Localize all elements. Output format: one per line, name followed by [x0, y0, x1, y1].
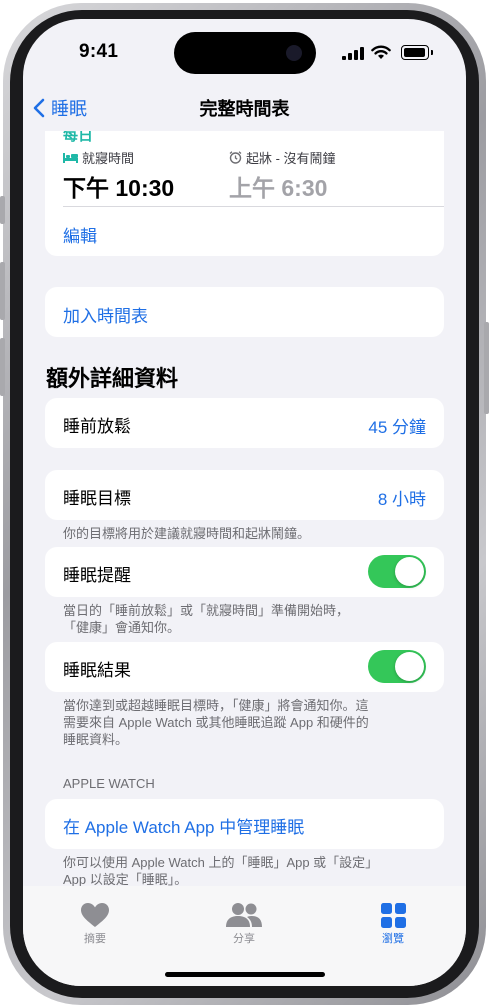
tab-label: 瀏覽 [382, 933, 404, 945]
sleep-reminders-label: 睡眠提醒 [63, 566, 131, 585]
heart-icon [81, 902, 109, 927]
footer-line: App 以設定「睡眠」。 [63, 872, 188, 886]
status-time: 9:41 [79, 41, 119, 62]
footer-line: 當日的「睡前放鬆」或「就寢時間」準備開始時， [63, 603, 350, 618]
footer-line: 睡眠資料。 [63, 732, 129, 747]
manage-apple-watch-row[interactable]: 在 Apple Watch App 中管理睡眠 [45, 799, 444, 849]
sleep-reminders-footer: 當日的「睡前放鬆」或「就寢時間」準備開始時， 「健康」會通知你。 [63, 602, 433, 636]
add-schedule-card[interactable]: 加入時間表 [45, 287, 444, 337]
wake-label: 起牀 - 沒有鬧鐘 [246, 151, 336, 166]
volume-up-button [0, 262, 5, 320]
sleep-goal-footer: 你的目標將用於建議就寢時間和起牀鬧鐘。 [63, 526, 311, 541]
navigation-bar: 睡眠 完整時間表 [23, 79, 466, 131]
volume-down-button [0, 338, 5, 396]
footer-line: 需要來自 Apple Watch 或其他睡眠追蹤 App 和硬件的 [63, 715, 369, 730]
tab-summary[interactable]: 摘要 [55, 900, 135, 946]
footer-line: 你可以使用 Apple Watch 上的「睡眠」App 或「設定」 [63, 855, 379, 870]
wifi-icon [371, 45, 391, 59]
tab-bar: 摘要 分享 瀏覽 [23, 886, 466, 986]
apple-watch-section-header: APPLE WATCH [63, 776, 155, 791]
status-bar: 9:41 [23, 19, 466, 79]
grid-icon [380, 902, 406, 928]
toggle-knob [395, 652, 424, 681]
schedule-card[interactable]: 每日 就寢時間 下午 10:30 起牀 - 沒有鬧鐘 上午 6:30 編輯 [45, 131, 444, 256]
sleep-results-footer: 當你達到或超越睡眠目標時，「健康」將會通知你。這 需要來自 Apple Watc… [63, 697, 433, 748]
alarm-clock-icon [229, 151, 242, 164]
dynamic-island [174, 32, 316, 74]
add-schedule-button[interactable]: 加入時間表 [63, 302, 148, 327]
power-button [484, 322, 489, 414]
bedtime-value: 下午 10:30 [63, 175, 175, 201]
sleep-results-row: 睡眠結果 [45, 642, 444, 692]
footer-line: 當你達到或超越睡眠目標時，「健康」將會通知你。這 [63, 698, 369, 713]
sleep-goal-row[interactable]: 睡眠目標 8 小時 [45, 470, 444, 520]
people-icon [226, 903, 262, 927]
sleep-results-label: 睡眠結果 [63, 661, 131, 680]
cellular-signal-icon [342, 47, 364, 60]
tab-sharing[interactable]: 分享 [204, 900, 284, 946]
tab-browse[interactable]: 瀏覽 [353, 900, 433, 946]
sleep-reminders-toggle[interactable] [368, 555, 426, 588]
sleep-reminders-row: 睡眠提醒 [45, 547, 444, 597]
toggle-knob [395, 557, 424, 586]
divider [63, 206, 444, 207]
screen: 9:41 睡眠 完整時間表 每日 就寢時間 下午 10:30 起牀 - 沒有鬧鐘… [23, 19, 466, 986]
tab-label: 摘要 [84, 933, 106, 945]
battery-icon [401, 45, 433, 60]
home-indicator[interactable] [165, 972, 325, 977]
schedule-days: 每日 [63, 131, 94, 144]
scroll-content[interactable]: 每日 就寢時間 下午 10:30 起牀 - 沒有鬧鐘 上午 6:30 編輯 加入… [23, 131, 466, 886]
camera-icon [286, 45, 302, 61]
bed-icon [63, 153, 78, 163]
sleep-goal-value: 8 小時 [377, 490, 426, 509]
wind-down-label: 睡前放鬆 [63, 417, 131, 436]
section-title-additional: 額外詳細資料 [46, 366, 179, 391]
tab-label: 分享 [233, 933, 255, 945]
manage-apple-watch-link[interactable]: 在 Apple Watch App 中管理睡眠 [63, 813, 304, 838]
wake-value: 上午 6:30 [229, 175, 328, 201]
page-title: 完整時間表 [199, 99, 290, 119]
bedtime-label: 就寢時間 [82, 151, 135, 166]
sleep-results-toggle[interactable] [368, 650, 426, 683]
wind-down-value: 45 分鐘 [368, 418, 426, 437]
apple-watch-footer: 你可以使用 Apple Watch 上的「睡眠」App 或「設定」 App 以設… [63, 854, 433, 886]
footer-line: 「健康」會通知你。 [63, 620, 181, 635]
sleep-goal-label: 睡眠目標 [63, 489, 131, 508]
wind-down-row[interactable]: 睡前放鬆 45 分鐘 [45, 398, 444, 448]
edit-button[interactable]: 編輯 [63, 222, 97, 247]
action-button [0, 196, 5, 224]
